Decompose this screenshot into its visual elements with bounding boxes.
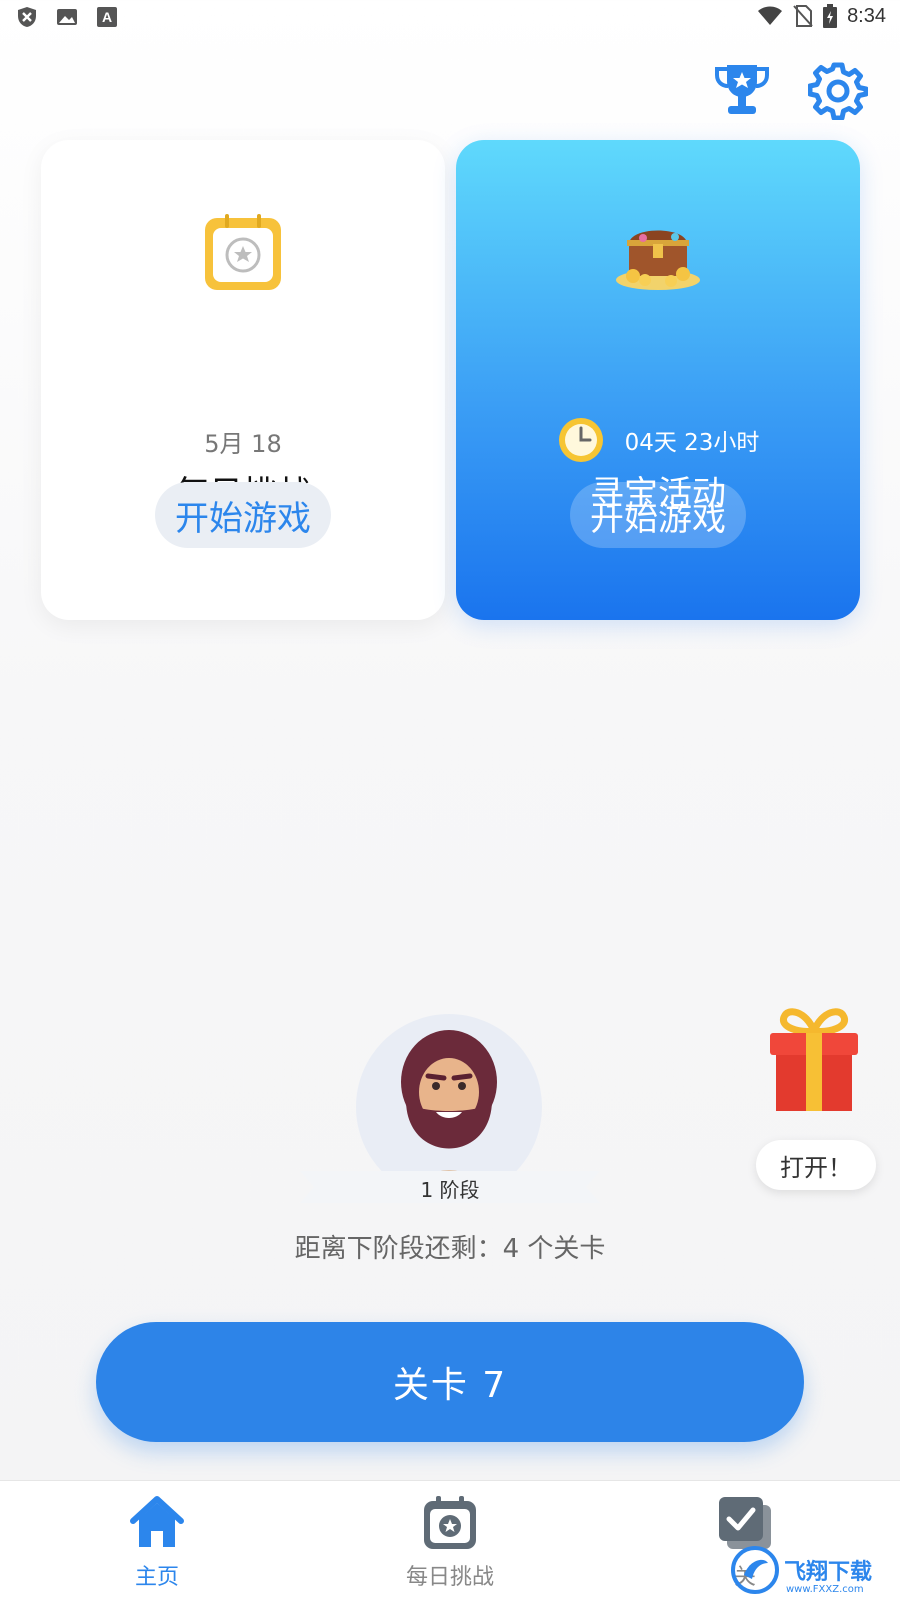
treasure-start-button[interactable]: 开始游戏 — [570, 482, 746, 548]
trophy-icon — [715, 65, 769, 114]
gear-icon — [808, 62, 868, 120]
no-sim-icon — [793, 5, 813, 27]
battery-icon — [823, 4, 838, 28]
wifi-icon — [758, 6, 783, 25]
watermark-url: www.FXXZ.com — [786, 1584, 864, 1595]
home-icon — [130, 1496, 184, 1547]
gift-icon[interactable] — [766, 1005, 862, 1115]
countdown: 04天 23小时 — [456, 416, 860, 464]
tab-daily-label: 每日挑战 — [405, 1565, 494, 1590]
daily-challenge-date: 5月 18 — [204, 430, 282, 458]
watermark: 飞翔下载 www.FXXZ.com — [730, 1540, 900, 1600]
clock-icon — [558, 418, 603, 462]
gift-open-button[interactable]: 打开！ — [756, 1140, 876, 1190]
watermark-logo-icon — [731, 1546, 779, 1594]
calendar-star-icon — [205, 214, 281, 290]
font-a-icon: A — [97, 7, 117, 27]
svg-text:A: A — [102, 9, 112, 25]
treasure-chest-icon — [616, 230, 700, 290]
shield-x-icon — [18, 7, 36, 27]
status-bar: A 8:34 — [0, 0, 900, 36]
top-actions — [710, 58, 870, 122]
treasure-hunt-card[interactable]: 寻宝活动 04天 23小时 开始游戏 — [456, 140, 860, 620]
daily-start-button[interactable]: 开始游戏 — [155, 482, 331, 548]
tab-daily-challenge[interactable]: 每日挑战 — [380, 1493, 520, 1600]
image-icon — [57, 9, 77, 25]
calendar-star-icon — [424, 1496, 476, 1549]
tab-home[interactable]: 主页 — [87, 1493, 227, 1600]
trophy-button[interactable] — [710, 58, 774, 122]
settings-button[interactable] — [806, 58, 870, 122]
remaining-levels-text: 距离下阶段还剩：4 个关卡 — [294, 1234, 606, 1264]
countdown-text: 04天 23小时 — [624, 430, 760, 456]
clock-time: 8:34 — [847, 4, 886, 27]
watermark-text: 飞翔下载 — [784, 1560, 873, 1585]
daily-challenge-card[interactable]: 每日挑战 5月 18 开始游戏 — [41, 140, 445, 620]
play-level-button[interactable]: 关卡 7 — [96, 1322, 804, 1442]
tab-home-label: 主页 — [134, 1565, 179, 1590]
